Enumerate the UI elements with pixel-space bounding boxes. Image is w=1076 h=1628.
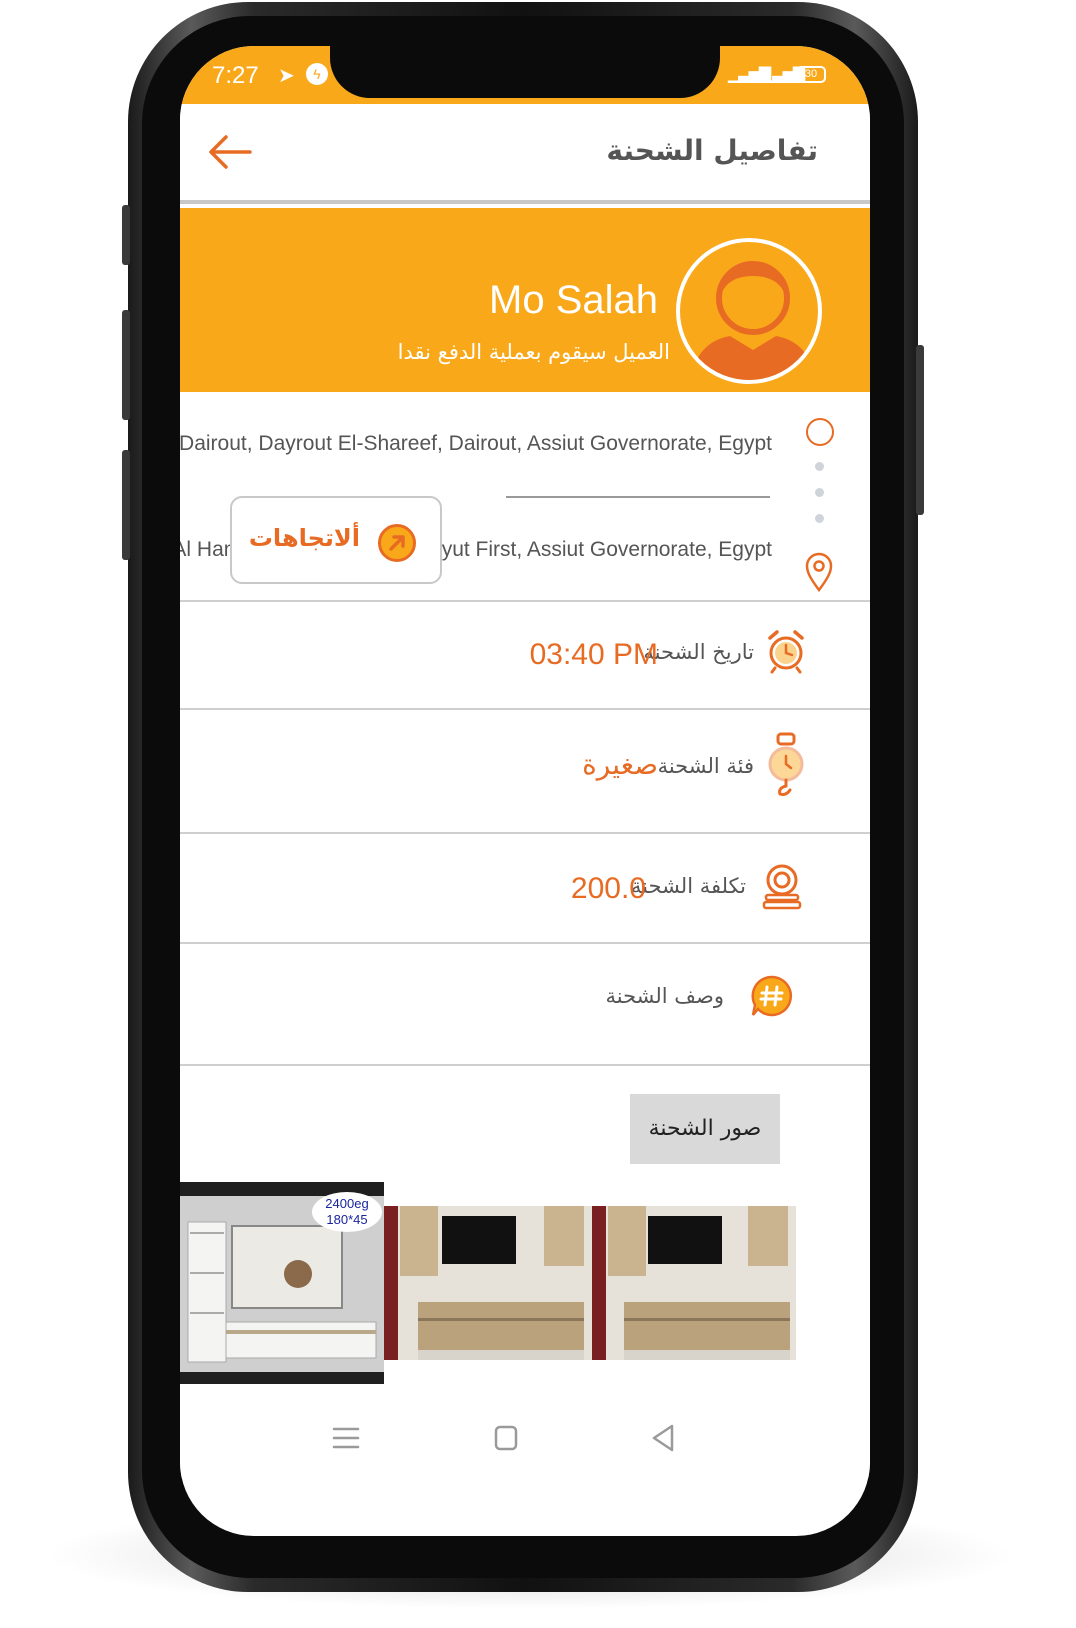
shipment-description-row: وصف الشحنة <box>180 944 870 1066</box>
side-button-volume-up <box>122 310 130 420</box>
page-title: تفاصيل الشحنة <box>606 134 818 167</box>
telegram-icon: ➤ <box>278 65 295 87</box>
phone-screen: 7:27 ➤ ϟ ▁▃▅▇ ▁▃▅▇ 30 تفاصيل الشحنة Mo S… <box>180 46 870 1536</box>
side-button-mute <box>122 205 130 265</box>
side-button-power <box>916 345 924 515</box>
home-square-icon[interactable] <box>486 1420 526 1456</box>
back-arrow-icon[interactable] <box>206 132 254 172</box>
price-tag: 2400eg 180*45 <box>312 1192 382 1232</box>
shipment-date-label: تاريخ الشحنة <box>643 640 754 664</box>
shipment-photos-button[interactable]: صور الشحنة <box>630 1094 780 1164</box>
shipment-cost-value: 200.0 <box>570 872 646 905</box>
shipment-photo[interactable] <box>384 1206 592 1360</box>
shipment-category-label: فئة الشحنة <box>657 754 754 778</box>
route-dot <box>815 462 824 471</box>
location-pin-icon <box>804 552 834 593</box>
notch <box>330 46 720 98</box>
shipment-cost-label: تكلفة الشحنة <box>630 874 746 898</box>
back-triangle-icon[interactable] <box>644 1420 684 1456</box>
route-dot <box>815 488 824 497</box>
route-dot <box>815 514 824 523</box>
app-bar: تفاصيل الشحنة <box>180 104 870 204</box>
price-tag-line1: 2400eg <box>325 1196 369 1211</box>
origin-address: Dairout, Dayrout El-Shareef, Dairout, As… <box>180 432 772 455</box>
menu-icon[interactable] <box>326 1420 366 1456</box>
origin-circle-icon <box>806 418 834 446</box>
hashtag-icon <box>750 974 794 1018</box>
price-tag-line2: 180*45 <box>326 1212 368 1227</box>
system-nav-bar <box>180 1398 870 1478</box>
scale-icon <box>766 732 806 796</box>
shipment-date-row: تاريخ الشحنة 03:40 PM <box>180 602 870 710</box>
customer-banner: Mo Salah العميل سيقوم بعملية الدفع نقدا <box>180 208 870 392</box>
directions-label: ألاتجاهات <box>248 524 360 552</box>
battery-icon: 30 <box>796 66 826 83</box>
shipment-photo[interactable]: 2400eg 180*45 <box>180 1182 384 1384</box>
shipment-category-row: فئة الشحنة صغيرة <box>180 710 870 834</box>
side-button-volume-down <box>122 450 130 560</box>
shipment-photo[interactable] <box>592 1206 796 1360</box>
customer-name: Mo Salah <box>489 278 658 322</box>
shipment-cost-row: تكلفة الشحنة 200.0 <box>180 834 870 944</box>
coins-icon <box>760 862 804 910</box>
shipment-category-value: صغيرة <box>582 749 658 780</box>
payment-note: العميل سيقوم بعملية الدفع نقدا <box>397 340 670 364</box>
shipment-date-value: 03:40 PM <box>529 638 658 671</box>
directions-button[interactable]: ألاتجاهات <box>230 496 442 584</box>
alarm-clock-icon <box>766 628 806 674</box>
messenger-icon: ϟ <box>306 63 328 85</box>
customer-avatar-icon <box>676 238 822 384</box>
shipment-description-label: وصف الشحنة <box>605 984 724 1008</box>
route-divider <box>506 496 770 498</box>
status-time: 7:27 <box>212 62 259 89</box>
directions-arrow-icon <box>378 524 416 562</box>
route-section: Dairout, Dayrout El-Shareef, Dairout, As… <box>180 392 870 602</box>
